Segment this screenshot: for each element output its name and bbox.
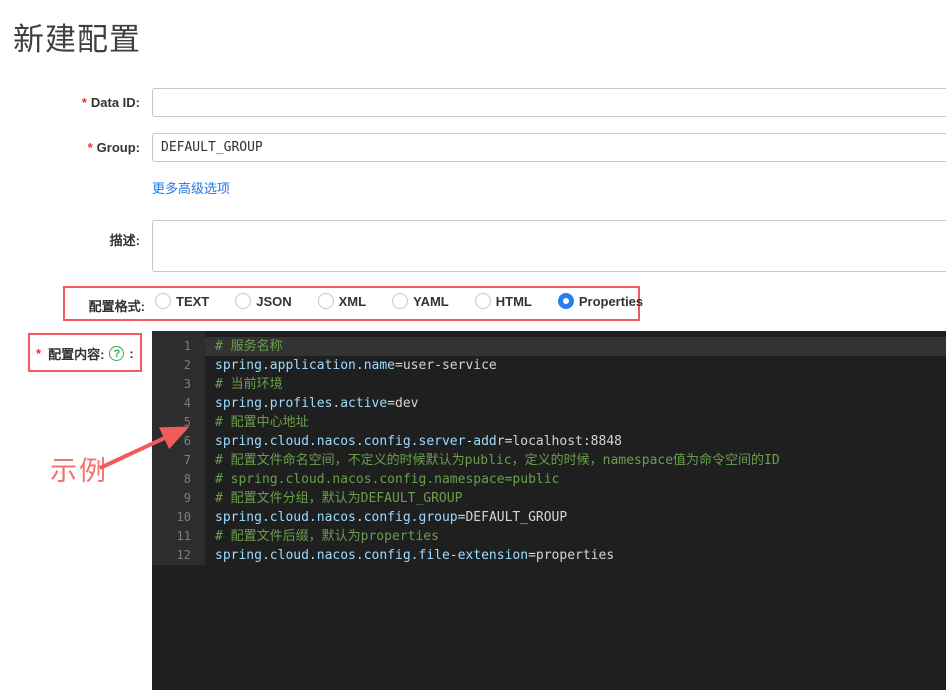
format-option-label: Properties: [579, 294, 643, 309]
format-option-json[interactable]: JSON: [235, 293, 291, 309]
content-label: *配置内容: ? :: [36, 344, 134, 363]
line-number: 8: [152, 470, 205, 489]
format-option-label: TEXT: [176, 294, 209, 309]
line-number: 11: [152, 527, 205, 546]
page-title: 新建配置: [13, 14, 141, 59]
line-number: 5: [152, 413, 205, 432]
line-number: 10: [152, 508, 205, 527]
format-option-properties[interactable]: Properties: [558, 293, 643, 309]
editor-line-number-gutter: 123456789101112: [152, 331, 205, 565]
line-number: 2: [152, 356, 205, 375]
radio-circle-icon[interactable]: [318, 293, 334, 309]
group-input[interactable]: [152, 133, 946, 162]
code-line: spring.cloud.nacos.config.server-addr=lo…: [205, 432, 946, 451]
format-label: 配置格式:: [0, 296, 145, 315]
line-number: 4: [152, 394, 205, 413]
required-asterisk: *: [88, 140, 93, 155]
code-line: # 配置文件后缀，默认为properties: [205, 527, 946, 546]
format-option-label: HTML: [496, 294, 532, 309]
code-line: # 配置文件分组，默认为DEFAULT_GROUP: [205, 489, 946, 508]
radio-circle-icon[interactable]: [558, 293, 574, 309]
description-label: 描述:: [0, 230, 140, 249]
line-number: 7: [152, 451, 205, 470]
editor-code-area[interactable]: # 服务名称spring.application.name=user-servi…: [205, 331, 946, 565]
line-number: 1: [152, 337, 205, 356]
format-option-label: YAML: [413, 294, 449, 309]
example-annotation-label: 示例: [50, 449, 108, 488]
code-line: # 配置中心地址: [205, 413, 946, 432]
line-number: 6: [152, 432, 205, 451]
data-id-input[interactable]: [152, 88, 946, 117]
format-option-yaml[interactable]: YAML: [392, 293, 449, 309]
description-textarea[interactable]: [152, 220, 946, 272]
code-line: # 配置文件命名空间，不定义的时候默认为public，定义的时候，namespa…: [205, 451, 946, 470]
format-option-label: JSON: [256, 294, 291, 309]
radio-circle-icon[interactable]: [475, 293, 491, 309]
required-asterisk: *: [82, 95, 87, 110]
code-line: # 服务名称: [205, 337, 946, 356]
code-line: # spring.cloud.nacos.config.namespace=pu…: [205, 470, 946, 489]
code-line: spring.application.name=user-service: [205, 356, 946, 375]
format-option-text[interactable]: TEXT: [155, 293, 209, 309]
radio-circle-icon[interactable]: [235, 293, 251, 309]
code-line: spring.cloud.nacos.config.group=DEFAULT_…: [205, 508, 946, 527]
advanced-options-link[interactable]: 更多高级选项: [152, 178, 230, 197]
line-number: 3: [152, 375, 205, 394]
data-id-label: *Data ID:: [0, 95, 140, 110]
format-option-xml[interactable]: XML: [318, 293, 366, 309]
group-label: *Group:: [0, 140, 140, 155]
config-content-editor[interactable]: 123456789101112 # 服务名称spring.application…: [152, 331, 946, 690]
format-option-html[interactable]: HTML: [475, 293, 532, 309]
code-line: spring.profiles.active=dev: [205, 394, 946, 413]
line-number: 12: [152, 546, 205, 565]
code-line: spring.cloud.nacos.config.file-extension…: [205, 546, 946, 565]
format-radio-group: TEXT JSON XML YAML HTML Properties: [155, 293, 643, 309]
radio-circle-icon[interactable]: [155, 293, 171, 309]
line-number: 9: [152, 489, 205, 508]
code-line: # 当前环境: [205, 375, 946, 394]
format-option-label: XML: [339, 294, 366, 309]
help-question-icon[interactable]: ?: [109, 346, 124, 361]
required-asterisk: *: [36, 346, 41, 361]
radio-circle-icon[interactable]: [392, 293, 408, 309]
